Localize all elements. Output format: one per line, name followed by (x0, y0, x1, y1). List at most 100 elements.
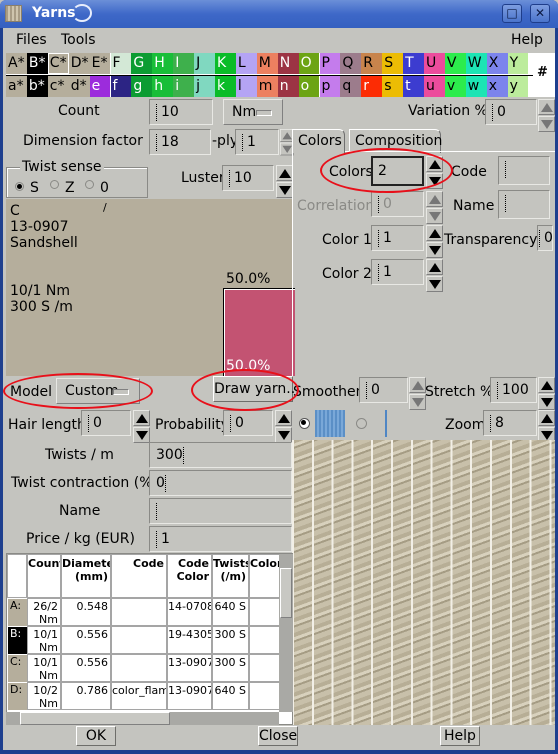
palette-color-upper-0[interactable]: A* (6, 53, 27, 74)
palette-color-upper-23[interactable]: X (486, 53, 508, 74)
help-button[interactable]: Help (440, 726, 480, 746)
scrollbar-thumb[interactable] (20, 712, 170, 725)
probability-spinner[interactable] (275, 410, 292, 444)
palette-color-upper-14[interactable]: O (298, 53, 320, 74)
scrollbar-thumb[interactable] (280, 568, 292, 618)
palette-color-upper-22[interactable]: W (465, 53, 487, 74)
close-button[interactable]: Close (258, 726, 298, 746)
table-column-header[interactable]: Count (27, 554, 61, 598)
palette-color-lower-17[interactable]: r (361, 76, 383, 97)
zoom-spinner[interactable] (538, 410, 555, 444)
table-cell-code-color[interactable]: 13-0907 (167, 682, 212, 710)
yarn-render-view[interactable] (292, 440, 555, 725)
menu-tools[interactable]: Tools (61, 32, 96, 48)
table-column-header[interactable]: Code (111, 554, 167, 598)
stretch-input[interactable]: 100 (490, 377, 537, 403)
spin-up-icon[interactable] (426, 191, 443, 207)
luster-input[interactable]: 10 (222, 165, 274, 191)
spin-up-icon[interactable] (426, 156, 443, 172)
table-cell-count[interactable]: 10/2 Nm (27, 682, 61, 710)
spin-up-icon[interactable] (409, 377, 426, 393)
palette-color-lower-19[interactable]: t (403, 76, 424, 97)
zoom-input[interactable]: 8 (483, 410, 537, 436)
palette-color-lower-3[interactable]: d* (68, 76, 90, 97)
render-mode-line-radio[interactable] (356, 418, 367, 429)
palette-color-lower-16[interactable]: q (340, 76, 362, 97)
hair-length-spinner[interactable] (133, 410, 150, 444)
count-unit-select[interactable]: Nm (223, 99, 283, 125)
spin-down-icon[interactable] (133, 427, 150, 443)
color-name-input[interactable] (498, 190, 550, 219)
table-cell-twists[interactable]: 640 S (212, 598, 249, 626)
spin-down-icon[interactable] (538, 394, 555, 410)
palette-color-upper-19[interactable]: T (403, 53, 424, 74)
palette-color-lower-11[interactable]: l (235, 76, 257, 97)
model-select[interactable]: Custom (56, 378, 140, 404)
spin-up-icon[interactable] (426, 225, 443, 241)
spin-down-icon[interactable] (538, 116, 555, 132)
palette-color-upper-3[interactable]: D* (68, 53, 90, 74)
palette-color-lower-0[interactable]: a* (6, 76, 27, 97)
table-cell-diameter[interactable]: 0.556 (61, 654, 111, 682)
color1-input[interactable]: 1 (371, 225, 424, 251)
palette-color-upper-8[interactable]: I (173, 53, 195, 74)
palette-color-lower-5[interactable]: f (110, 76, 132, 97)
colors-spinner[interactable] (426, 156, 443, 190)
spin-down-icon[interactable] (426, 173, 443, 189)
correlation-spinner[interactable] (426, 191, 443, 225)
table-cell-code-color[interactable]: 19-4305 (167, 626, 212, 654)
spin-up-icon[interactable] (538, 410, 555, 426)
table-cell-diameter[interactable]: 0.548 (61, 598, 111, 626)
palette-color-lower-23[interactable]: x (486, 76, 508, 97)
table-cell-diameter[interactable]: 0.786 (61, 682, 111, 710)
spin-up-icon[interactable] (538, 377, 555, 393)
table-cell-twists[interactable]: 300 S (212, 654, 249, 682)
menu-files[interactable]: Files (16, 32, 47, 48)
spin-down-icon[interactable] (275, 427, 292, 443)
spin-up-icon[interactable] (133, 410, 150, 426)
price-input[interactable]: 1 (149, 526, 292, 552)
palette-color-lower-24[interactable]: y (507, 76, 529, 97)
palette-color-upper-2[interactable]: C* (47, 53, 69, 74)
color1-spinner[interactable] (426, 225, 443, 259)
palette-color-lower-7[interactable]: h (152, 76, 174, 97)
palette-color-lower-9[interactable]: j (194, 76, 215, 97)
menu-help[interactable]: Help (511, 32, 543, 48)
table-column-header[interactable]: Twists (/m) (212, 554, 249, 598)
colors-input[interactable]: 2 (371, 156, 424, 186)
table-cell-count[interactable]: 26/2 Nm (27, 598, 61, 626)
probability-input[interactable]: 0 (223, 410, 273, 436)
table-cell-twists[interactable]: 640 S (212, 682, 249, 710)
palette-color-upper-6[interactable]: G (131, 53, 153, 74)
code-input[interactable] (498, 156, 550, 185)
palette-color-lower-8[interactable]: i (173, 76, 195, 97)
transparency-input[interactable]: 0 (537, 225, 553, 251)
spin-down-icon[interactable] (426, 242, 443, 258)
color-swatch[interactable]: 50.0% (223, 288, 295, 376)
palette-color-lower-1[interactable]: b* (26, 76, 48, 97)
color2-input[interactable]: 1 (371, 259, 424, 285)
palette-color-upper-15[interactable]: P (319, 53, 341, 74)
palette-color-upper-16[interactable]: Q (340, 53, 362, 74)
twist-z-radio[interactable] (50, 180, 59, 189)
palette-color-upper-13[interactable]: N (277, 53, 299, 74)
palette-color-lower-4[interactable]: e (89, 76, 111, 97)
hair-length-input[interactable]: 0 (81, 410, 131, 436)
table-cell-code[interactable] (111, 626, 167, 654)
twist-0-radio[interactable] (85, 180, 94, 189)
count-input[interactable]: 10 (149, 99, 213, 125)
luster-spinner[interactable] (276, 165, 293, 199)
spin-down-icon[interactable] (409, 394, 426, 410)
variation-spinner[interactable] (538, 99, 555, 133)
table-cell-count[interactable]: 10/1 Nm (27, 654, 61, 682)
palette-color-upper-7[interactable]: H (152, 53, 174, 74)
palette-color-lower-12[interactable]: m (256, 76, 278, 97)
maximize-button[interactable]: □ (502, 4, 522, 23)
table-cell-diameter[interactable]: 0.556 (61, 626, 111, 654)
correlation-input[interactable]: 0 (371, 191, 424, 217)
render-mode-texture-radio[interactable] (299, 418, 310, 429)
palette-color-upper-17[interactable]: R (361, 53, 383, 74)
stretch-spinner[interactable] (538, 377, 555, 411)
palette-color-lower-13[interactable]: n (277, 76, 299, 97)
palette-color-lower-20[interactable]: u (424, 76, 445, 97)
